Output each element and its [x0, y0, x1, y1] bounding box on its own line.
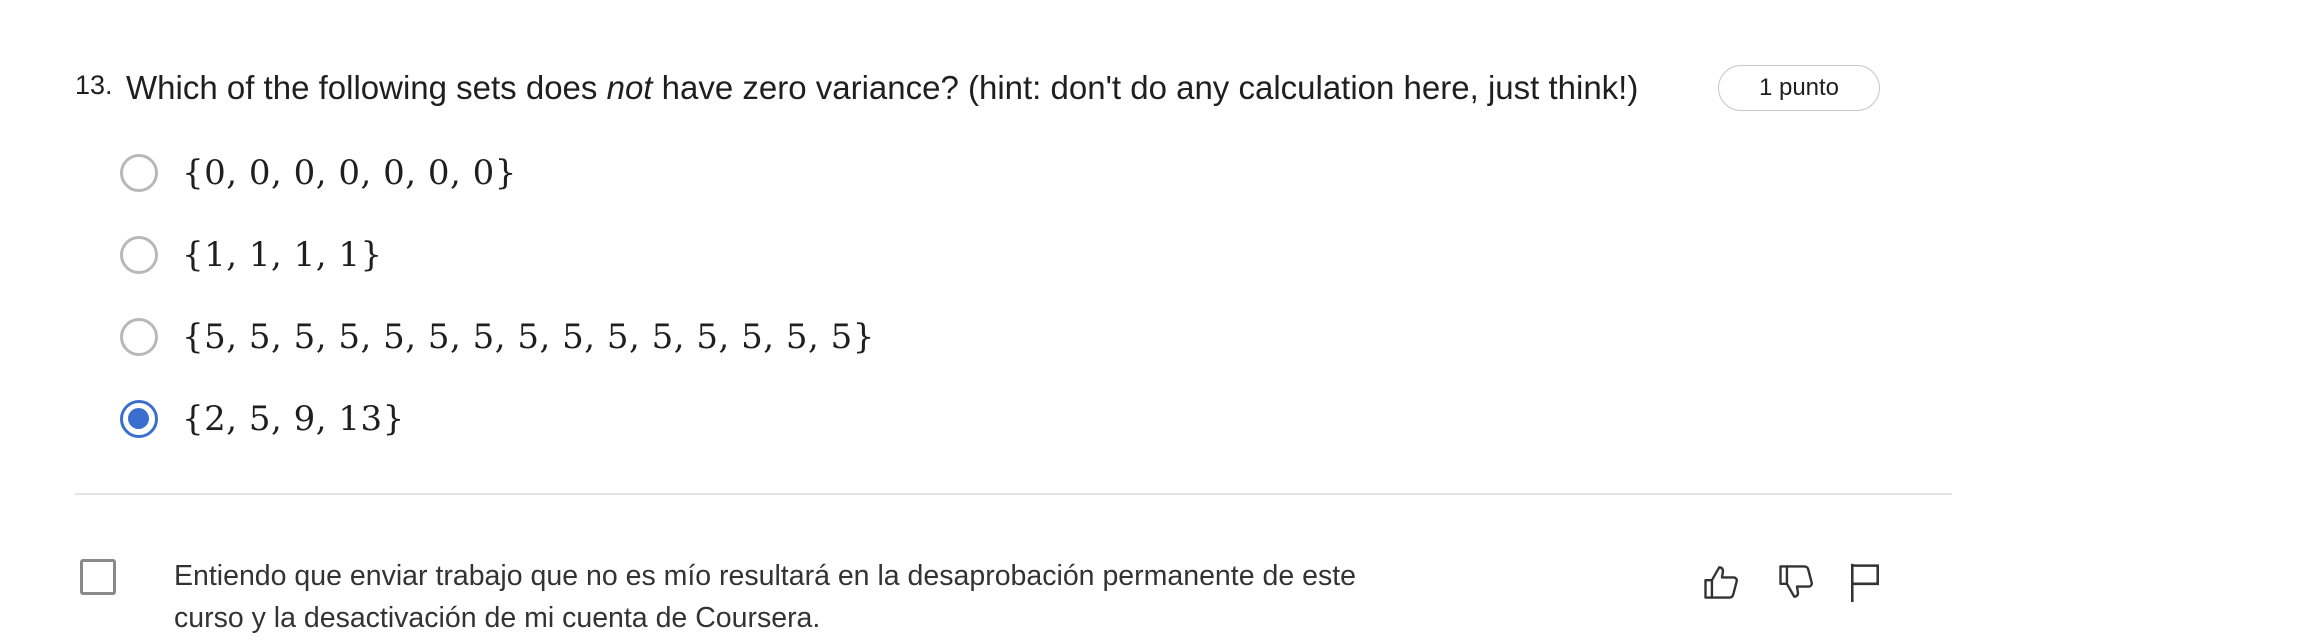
answer-option-2[interactable]: {1, 1, 1, 1} [120, 225, 383, 285]
radio-button-selected[interactable] [120, 400, 158, 438]
answer-option-label: {5, 5, 5, 5, 5, 5, 5, 5, 5, 5, 5, 5, 5, … [182, 317, 875, 357]
flag-button[interactable] [1840, 557, 1890, 607]
question-prompt: Which of the following sets does not hav… [126, 66, 1638, 110]
answer-option-3[interactable]: {5, 5, 5, 5, 5, 5, 5, 5, 5, 5, 5, 5, 5, … [120, 307, 875, 367]
question-number: 13. [75, 70, 113, 100]
answer-option-label: {0, 0, 0, 0, 0, 0, 0} [182, 153, 517, 193]
answer-option-1[interactable]: {0, 0, 0, 0, 0, 0, 0} [120, 143, 517, 203]
radio-button[interactable] [120, 318, 158, 356]
question-text-emphasis: not [606, 69, 653, 106]
thumbs-up-button[interactable] [1697, 557, 1747, 607]
question-text-before: Which of the following sets does [126, 69, 607, 106]
question-text-after: have zero variance? (hint: don't do any … [652, 69, 1639, 106]
honor-code-line-1: Entiendo que enviar trabajo que no es mí… [174, 560, 1356, 592]
thumbs-down-icon [1779, 565, 1813, 598]
honor-code-line-2: curso y la desactivación de mi cuenta de… [174, 602, 821, 634]
radio-button[interactable] [120, 236, 158, 274]
answer-option-label: {1, 1, 1, 1} [182, 235, 383, 275]
answer-option-4[interactable]: {2, 5, 9, 13} [120, 389, 405, 449]
thumbs-up-icon [1704, 566, 1738, 599]
flag-icon [1851, 563, 1879, 602]
answer-option-label: {2, 5, 9, 13} [182, 399, 405, 439]
honor-code-checkbox[interactable] [80, 559, 116, 595]
radio-button[interactable] [120, 154, 158, 192]
thumbs-down-button[interactable] [1772, 557, 1822, 607]
points-badge: 1 punto [1718, 65, 1880, 111]
section-divider [75, 493, 1952, 495]
honor-code-statement: Entiendo que enviar trabajo que no es mí… [174, 555, 1474, 639]
